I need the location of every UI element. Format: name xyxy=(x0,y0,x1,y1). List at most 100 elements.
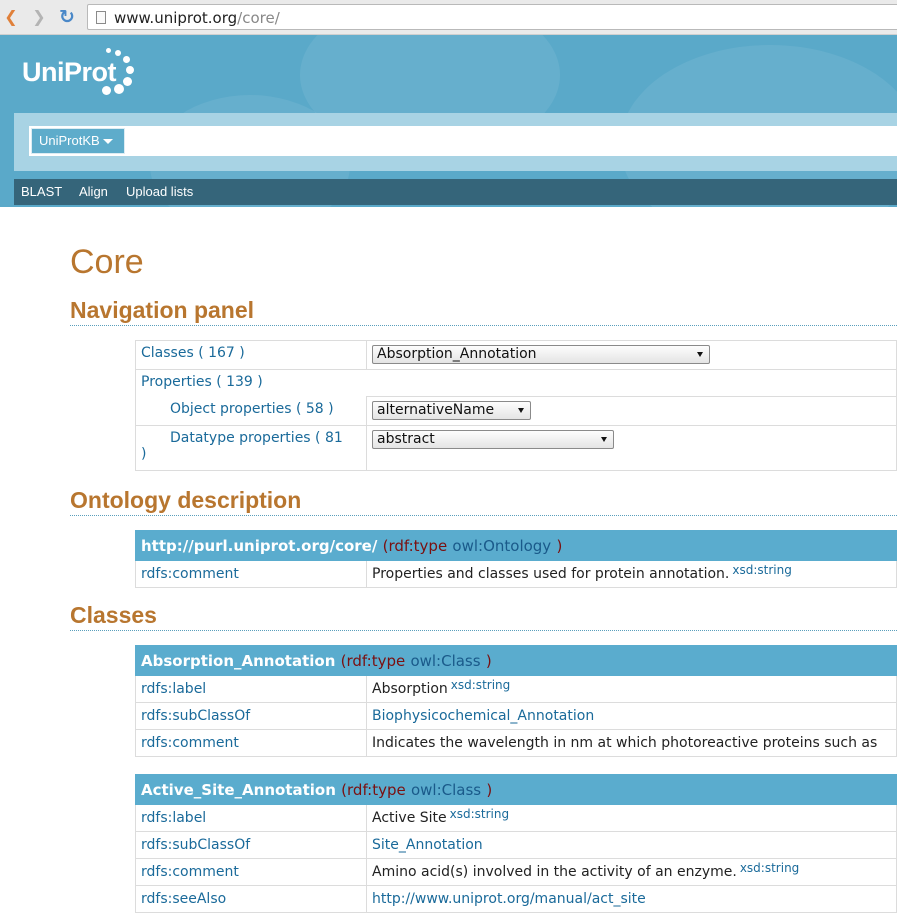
rdfs-label-link[interactable]: rdfs:label xyxy=(141,681,206,697)
ontology-table: http://purl.uniprot.org/core/ (rdf:type … xyxy=(135,530,897,588)
url-text[interactable]: www.uniprot.org/core/ xyxy=(114,9,280,27)
datatype-properties-link[interactable]: Datatype properties ( 81 xyxy=(170,430,343,446)
subclass-key-cell: rdfs:subClassOf xyxy=(135,831,367,859)
subclass-value-cell: Site_Annotation xyxy=(366,831,897,859)
comment-value-cell: Amino acid(s) involved in the activity o… xyxy=(366,858,897,886)
divider xyxy=(70,630,897,631)
comment-key-cell: rdfs:comment xyxy=(135,858,367,886)
subclass-value-cell: Biophysicochemical_Annotation xyxy=(366,702,897,730)
seealso-url-link[interactable]: http://www.uniprot.org/manual/act_site xyxy=(372,891,646,907)
object-select-value: alternativeName xyxy=(377,402,495,418)
classes-select-value: Absorption_Annotation xyxy=(377,346,537,362)
ontology-uri[interactable]: http://purl.uniprot.org/core/ xyxy=(141,537,377,555)
xsd-string-link[interactable]: xsd:string xyxy=(450,807,509,821)
search-input[interactable]: UniProtKB xyxy=(29,126,897,156)
rdfs-comment-link[interactable]: rdfs:comment xyxy=(141,864,239,880)
class-table-absorption: Absorption_Annotation (rdf:type owl:Clas… xyxy=(135,645,897,757)
rdfs-seealso-link[interactable]: rdfs:seeAlso xyxy=(141,891,226,907)
comment-value-cell: Indicates the wavelength in nm at which … xyxy=(366,729,897,757)
datatype-select-cell: abstract xyxy=(366,425,897,471)
class-header: Active_Site_Annotation (rdf:type owl:Cla… xyxy=(135,774,897,805)
class-comment: Amino acid(s) involved in the activity o… xyxy=(372,864,737,880)
nav-panel-heading: Navigation panel xyxy=(70,297,255,323)
object-props-cell: Object properties ( 58 ) xyxy=(135,396,367,426)
xsd-string-link[interactable]: xsd:string xyxy=(732,563,791,577)
forward-arrow-icon[interactable]: ❯ xyxy=(30,8,48,26)
paren-close: ) xyxy=(485,652,492,670)
superclass-link[interactable]: Site_Annotation xyxy=(372,837,483,853)
nav-align[interactable]: Align xyxy=(79,184,108,199)
page-title: Core xyxy=(70,243,144,281)
class-label: Active Site xyxy=(372,810,447,826)
label-key-cell: rdfs:label xyxy=(135,675,367,703)
properties-link[interactable]: Properties ( 139 ) xyxy=(141,374,263,390)
comment-key-cell: rdfs:comment xyxy=(135,560,367,588)
superclass-link[interactable]: Biophysicochemical_Annotation xyxy=(372,708,594,724)
xsd-string-link[interactable]: xsd:string xyxy=(740,861,799,875)
ontology-comment: Properties and classes used for protein … xyxy=(372,566,730,582)
seealso-value-cell: http://www.uniprot.org/manual/act_site xyxy=(366,885,897,913)
rdf-type-link[interactable]: rdf:type xyxy=(388,537,447,555)
browser-toolbar: ❮ ❯ ↻ www.uniprot.org/core/ xyxy=(0,0,897,35)
class-name[interactable]: Absorption_Annotation xyxy=(141,652,335,670)
comment-value-cell: Properties and classes used for protein … xyxy=(366,560,897,588)
search-band: UniProtKB xyxy=(14,113,897,171)
owl-class-link[interactable]: owl:Class xyxy=(411,781,481,799)
seealso-key-cell: rdfs:seeAlso xyxy=(135,885,367,913)
class-comment: Indicates the wavelength in nm at which … xyxy=(372,735,878,751)
datatype-select-value: abstract xyxy=(377,431,435,447)
rdf-type-link[interactable]: rdf:type xyxy=(346,652,405,670)
label-key-cell: rdfs:label xyxy=(135,804,367,832)
label-value-cell: Active Site xsd:string xyxy=(366,804,897,832)
chevron-down-icon xyxy=(697,352,703,357)
object-properties-select[interactable]: alternativeName xyxy=(372,401,531,420)
properties-cell: Properties ( 139 ) xyxy=(135,369,897,397)
nav-upload-lists[interactable]: Upload lists xyxy=(126,184,193,199)
nav-blast[interactable]: BLAST xyxy=(21,184,62,199)
logo-dots-icon xyxy=(96,48,136,98)
rdfs-comment-link[interactable]: rdfs:comment xyxy=(141,735,239,751)
classes-select[interactable]: Absorption_Annotation xyxy=(372,345,710,364)
site-header: UniProt UniProtKB BLAST Align Upload lis… xyxy=(0,35,897,207)
subclass-key-cell: rdfs:subClassOf xyxy=(135,702,367,730)
url-path: /core/ xyxy=(237,9,280,27)
classes-link[interactable]: Classes ( 167 ) xyxy=(141,345,245,361)
datatype-properties-select[interactable]: abstract xyxy=(372,430,614,449)
classes-heading: Classes xyxy=(70,602,157,628)
ontology-heading: Ontology description xyxy=(70,487,302,513)
divider xyxy=(70,325,897,326)
rdfs-subclassof-link[interactable]: rdfs:subClassOf xyxy=(141,708,250,724)
classes-cell: Classes ( 167 ) xyxy=(135,340,367,370)
object-properties-link[interactable]: Object properties ( 58 ) xyxy=(170,401,334,417)
url-host: www.uniprot.org xyxy=(114,9,238,27)
class-header: Absorption_Annotation (rdf:type owl:Clas… xyxy=(135,645,897,676)
owl-ontology-link[interactable]: owl:Ontology xyxy=(452,537,551,555)
datatype-paren[interactable]: ) xyxy=(141,446,146,462)
database-dropdown-label: UniProtKB xyxy=(39,133,100,148)
reload-icon[interactable]: ↻ xyxy=(58,8,76,27)
class-label: Absorption xyxy=(372,681,448,697)
chevron-down-icon xyxy=(102,139,113,145)
class-table-active-site: Active_Site_Annotation (rdf:type owl:Cla… xyxy=(135,774,897,913)
xsd-string-link[interactable]: xsd:string xyxy=(451,678,510,692)
rdfs-subclassof-link[interactable]: rdfs:subClassOf xyxy=(141,837,250,853)
owl-class-link[interactable]: owl:Class xyxy=(410,652,480,670)
divider xyxy=(70,515,897,516)
database-dropdown[interactable]: UniProtKB xyxy=(31,128,125,154)
rdf-type-link[interactable]: rdf:type xyxy=(347,781,406,799)
chevron-down-icon xyxy=(601,437,607,442)
class-name[interactable]: Active_Site_Annotation xyxy=(141,781,336,799)
address-bar[interactable]: www.uniprot.org/core/ xyxy=(87,4,897,30)
chevron-down-icon xyxy=(518,408,524,413)
rdfs-comment-link[interactable]: rdfs:comment xyxy=(141,566,239,582)
paren-close: ) xyxy=(486,781,493,799)
back-arrow-icon[interactable]: ❮ xyxy=(2,8,20,26)
object-select-cell: alternativeName xyxy=(366,396,897,426)
comment-key-cell: rdfs:comment xyxy=(135,729,367,757)
navigation-panel: Classes ( 167 ) Absorption_Annotation Pr… xyxy=(135,340,897,471)
classes-select-cell: Absorption_Annotation xyxy=(366,340,897,370)
datatype-props-cell: Datatype properties ( 81) xyxy=(135,425,367,471)
ontology-header: http://purl.uniprot.org/core/ (rdf:type … xyxy=(135,530,897,561)
rdfs-label-link[interactable]: rdfs:label xyxy=(141,810,206,826)
tools-nav: BLAST Align Upload lists xyxy=(14,179,897,205)
